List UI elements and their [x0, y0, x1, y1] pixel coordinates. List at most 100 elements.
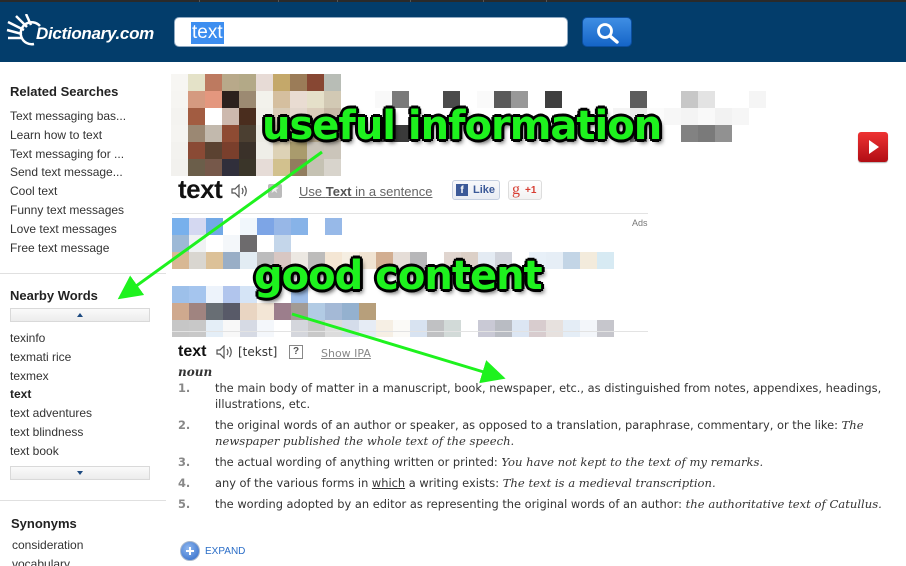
mosaic-pixel	[205, 91, 222, 108]
mosaic-pixel	[189, 252, 206, 269]
related-search-item[interactable]: Text messaging bas...	[10, 107, 126, 126]
mosaic-pixel	[206, 218, 223, 235]
mosaic-pixel	[205, 125, 222, 142]
mosaic-pixel	[512, 320, 529, 337]
related-search-item[interactable]: Love text messages	[10, 220, 126, 239]
definition-example: You have not kept to the text of my rema…	[501, 455, 764, 469]
related-search-item[interactable]: Cool text	[10, 182, 126, 201]
related-search-item[interactable]: Text messaging for ...	[10, 145, 126, 164]
synonym-item[interactable]: consideration	[12, 536, 83, 555]
related-search-item[interactable]: Free text message	[10, 239, 126, 258]
headword-row: text Use Text in a sentence f Like g +1	[178, 174, 678, 206]
mosaic-pixel	[172, 320, 189, 337]
pronunciation-help-button[interactable]: ?	[289, 345, 303, 359]
arrow-down-icon	[77, 471, 83, 475]
mosaic-pixel	[171, 125, 188, 142]
mosaic-pixel	[580, 320, 597, 337]
mosaic-pixel	[749, 91, 766, 108]
mosaic-pixel	[206, 286, 223, 303]
nearby-scroll-up-button[interactable]	[10, 308, 150, 322]
nearby-word-item[interactable]: texmex	[10, 367, 92, 386]
mosaic-pixel	[189, 320, 206, 337]
use-link-word: Text	[325, 184, 352, 199]
related-searches-list: Text messaging bas... Learn how to text …	[10, 107, 126, 257]
nearby-words-title: Nearby Words	[10, 288, 98, 303]
mosaic-pixel	[376, 320, 393, 337]
mosaic-pixel	[172, 252, 189, 269]
mosaic-pixel	[223, 320, 240, 337]
audio-speaker-icon[interactable]	[216, 345, 234, 359]
mosaic-pixel	[188, 74, 205, 91]
definition-number: 2.	[178, 418, 191, 432]
definition-example: The text is a medieval transcription.	[502, 476, 716, 490]
mosaic-pixel	[325, 320, 342, 337]
arrow-up-icon	[77, 313, 83, 317]
nearby-word-current: text	[10, 387, 32, 402]
mosaic-pixel	[681, 91, 698, 108]
expand-button[interactable]: EXPAND	[180, 541, 280, 561]
mosaic-pixel	[172, 235, 189, 252]
definition-text: the original words of an author or speak…	[215, 418, 838, 432]
mosaic-pixel	[223, 252, 240, 269]
related-search-item[interactable]: Send text message...	[10, 163, 126, 182]
mosaic-pixel	[681, 125, 698, 142]
part-of-speech: noun	[178, 365, 213, 379]
mosaic-pixel	[410, 320, 427, 337]
mosaic-pixel	[546, 320, 563, 337]
nearby-word-item[interactable]: texinfo	[10, 329, 92, 348]
definition-item: 1. the main body of matter in a manuscri…	[178, 380, 890, 412]
nearby-word-item[interactable]: text blindness	[10, 423, 92, 442]
definition-example: the authoritative text of Catullus.	[685, 497, 882, 511]
search-input[interactable]: text	[174, 17, 568, 47]
nearby-scroll-down-button[interactable]	[10, 466, 150, 480]
nearby-word-item[interactable]: text book	[10, 442, 92, 461]
mosaic-pixel	[206, 303, 223, 320]
definition-number: 3.	[178, 455, 191, 469]
mosaic-pixel	[189, 218, 206, 235]
related-search-item[interactable]: Learn how to text	[10, 126, 126, 145]
mosaic-pixel	[698, 125, 715, 142]
search-input-value: text	[191, 22, 224, 44]
mosaic-pixel	[342, 303, 359, 320]
mosaic-pixel	[325, 303, 342, 320]
favorite-star-icon[interactable]	[268, 182, 282, 198]
mosaic-pixel	[222, 74, 239, 91]
facebook-like-button[interactable]: f Like	[452, 180, 500, 200]
mosaic-pixel	[342, 320, 359, 337]
mosaic-pixel	[257, 320, 274, 337]
definition-word-link[interactable]: which	[372, 476, 405, 490]
use-in-sentence-link[interactable]: Use Text in a sentence	[299, 184, 432, 199]
nearby-word-item[interactable]: text adventures	[10, 404, 92, 423]
mosaic-pixel	[393, 320, 410, 337]
search-button[interactable]	[582, 17, 632, 47]
mosaic-pixel	[189, 286, 206, 303]
audio-speaker-icon[interactable]	[231, 184, 249, 198]
mosaic-pixel	[205, 74, 222, 91]
section-divider	[172, 331, 648, 332]
plus-one-label: +1	[525, 185, 537, 196]
mosaic-pixel	[189, 235, 206, 252]
site-logo[interactable]: Dictionary.com	[6, 14, 166, 50]
google-plus-one-button[interactable]: g +1	[508, 180, 542, 200]
mosaic-pixel	[291, 320, 308, 337]
mosaic-pixel	[172, 218, 189, 235]
video-play-button[interactable]	[858, 132, 888, 162]
mosaic-pixel	[189, 303, 206, 320]
sidebar-divider	[0, 273, 166, 274]
nearby-word-item[interactable]: texmati rice	[10, 348, 92, 367]
show-ipa-link[interactable]: Show IPA	[321, 347, 371, 360]
mosaic-pixel	[172, 286, 189, 303]
mosaic-pixel	[222, 125, 239, 142]
mosaic-pixel	[715, 108, 732, 125]
mosaic-pixel	[240, 235, 257, 252]
mosaic-pixel	[664, 108, 681, 125]
mosaic-pixel	[580, 252, 597, 269]
mosaic-pixel	[223, 286, 240, 303]
mosaic-pixel	[239, 142, 256, 159]
mosaic-pixel	[171, 142, 188, 159]
mosaic-pixel	[307, 74, 324, 91]
related-search-item[interactable]: Funny text messages	[10, 201, 126, 220]
mosaic-pixel	[239, 108, 256, 125]
mosaic-pixel	[597, 252, 614, 269]
synonym-item[interactable]: vocabulary	[12, 555, 83, 566]
